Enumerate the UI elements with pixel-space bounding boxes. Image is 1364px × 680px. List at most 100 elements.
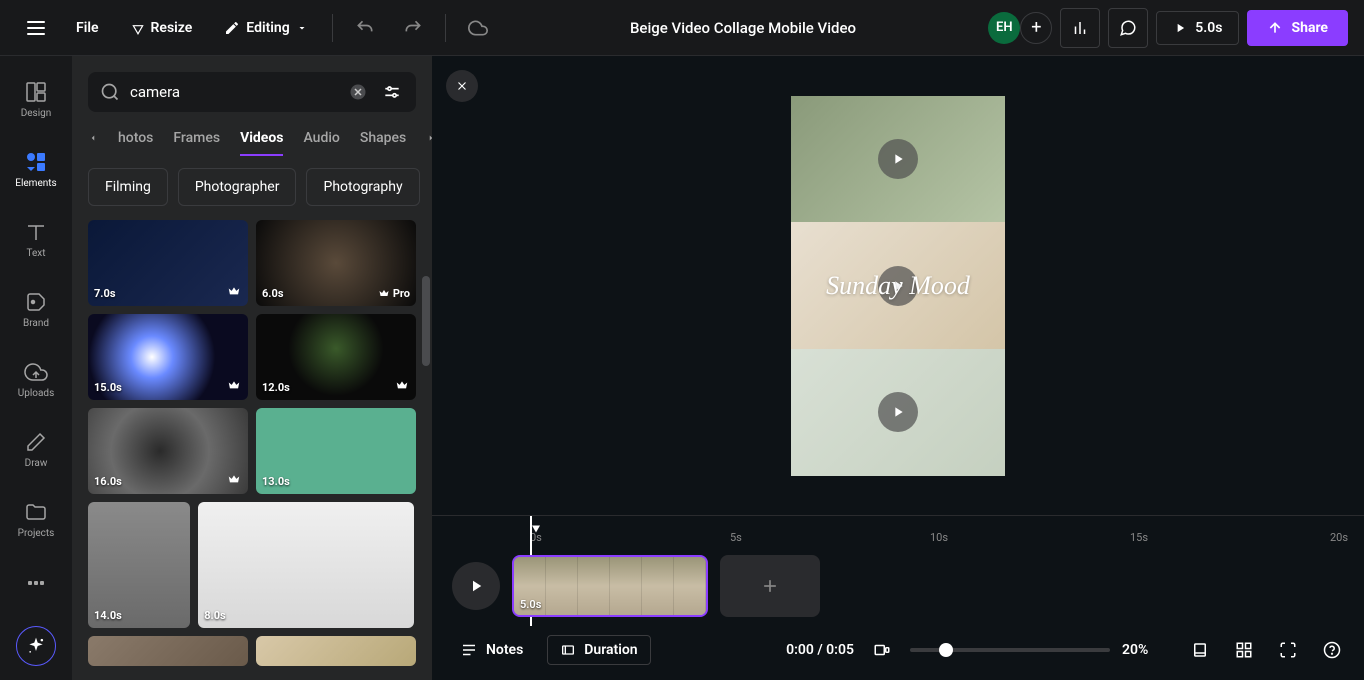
file-menu[interactable]: File [64,12,111,44]
video-result-item[interactable]: 6.0s Pro [256,220,416,306]
video-duration-label: 15.0s [94,381,122,394]
premium-crown-icon [226,378,242,394]
hamburger-icon [27,21,45,35]
undo-button[interactable] [345,8,385,48]
duration-button[interactable]: Duration [547,635,650,665]
search-input[interactable] [130,83,336,101]
nav-brand[interactable]: Brand [0,276,72,342]
close-circle-icon [349,83,367,101]
filter-icon [382,82,402,102]
elements-panel: hotos Frames Videos Audio Shapes Filming… [72,56,432,680]
add-collaborator-button[interactable]: + [1020,12,1052,44]
premium-crown-icon [226,284,242,300]
top-toolbar: File Resize Editing Beige Video Collage … [0,0,1364,56]
grid-icon [1235,641,1253,659]
category-tabs: hotos Frames Videos Audio Shapes [72,112,432,154]
video-result-item[interactable]: 16.0s [88,408,248,494]
editing-mode-menu[interactable]: Editing [212,12,319,44]
resize-menu[interactable]: Resize [119,12,205,44]
clip-thumbnails [514,557,706,615]
help-button[interactable] [1316,634,1348,666]
timeline-ruler[interactable]: 0s5s10s15s20s [432,516,1364,546]
search-filter-button[interactable] [380,80,404,104]
video-result-item[interactable]: 12.0s [256,314,416,400]
redo-icon [403,18,423,38]
video-result-item[interactable] [256,636,416,666]
timeline-area: 0s5s10s15s20s 5.0s [432,515,1364,680]
project-title[interactable]: Beige Video Collage Mobile Video [506,19,981,37]
bar-chart-icon [1071,19,1089,37]
brand-icon [24,290,48,314]
video-duration-label: 6.0s [262,287,283,300]
page-view-button[interactable] [1184,634,1216,666]
thumbnail-icon [873,641,891,659]
nav-label: Elements [15,178,56,189]
nav-text[interactable]: Text [0,206,72,272]
canvas-video-slot-1[interactable] [791,96,1005,223]
grid-view-button[interactable] [1228,634,1260,666]
nav-draw[interactable]: Draw [0,416,72,482]
cloud-sync-button[interactable] [458,8,498,48]
nav-uploads[interactable]: Uploads [0,346,72,412]
nav-label: Projects [18,528,55,539]
fullscreen-button[interactable] [1272,634,1304,666]
fullscreen-icon [1279,641,1297,659]
video-result-item[interactable]: 7.0s [88,220,248,306]
notes-button[interactable]: Notes [448,635,535,665]
video-result-item[interactable]: 14.0s [88,502,190,628]
timeline-play-button[interactable] [452,562,500,610]
comments-button[interactable] [1108,8,1148,48]
timeline-track: 5.0s [432,546,1364,626]
nav-label: Uploads [18,388,54,399]
play-icon [1173,21,1187,35]
zoom-slider[interactable] [910,648,1110,652]
filter-chip-filming[interactable]: Filming [88,168,168,206]
timeline-clip[interactable]: 5.0s [512,555,708,617]
analytics-button[interactable] [1060,8,1100,48]
nav-elements[interactable]: Elements [0,136,72,202]
tab-audio[interactable]: Audio [303,122,339,154]
video-result-item[interactable] [88,636,248,666]
thumbnail-view-button[interactable] [866,634,898,666]
video-result-item[interactable]: 13.0s [256,408,416,494]
nav-apps[interactable] [0,556,72,622]
tab-photos[interactable]: hotos [118,122,153,154]
nav-projects[interactable]: Projects [0,486,72,552]
tabs-prev-button[interactable] [88,133,98,143]
canvas-text-overlay[interactable]: Sunday Mood [826,271,970,301]
tab-shapes[interactable]: Shapes [360,122,406,154]
filter-chip-photographer[interactable]: Photographer [178,168,297,206]
tab-frames[interactable]: Frames [173,122,220,154]
main-layout: Design Elements Text Brand Uploads [0,56,1364,680]
filter-chip-photography[interactable]: Photography [306,168,419,206]
nav-design[interactable]: Design [0,66,72,132]
canvas-viewport[interactable]: Sunday Mood [432,56,1364,515]
user-avatar[interactable]: EH [988,12,1020,44]
clear-search-button[interactable] [346,80,370,104]
preview-play-button[interactable]: 5.0s [1156,11,1239,45]
canvas-video-slot-2[interactable]: Sunday Mood [791,222,1005,349]
redo-button[interactable] [393,8,433,48]
play-video-button[interactable] [878,392,918,432]
search-icon [100,82,120,102]
video-result-item[interactable]: 15.0s [88,314,248,400]
close-panel-button[interactable] [446,70,478,102]
play-icon [467,577,485,595]
page-icon [1191,641,1209,659]
canvas-video-slot-3[interactable] [791,349,1005,476]
add-page-button[interactable] [720,555,820,617]
canvas-frame[interactable]: Sunday Mood [791,96,1005,476]
zoom-level-label[interactable]: 20% [1122,642,1172,658]
video-result-item[interactable]: 8.0s [198,502,414,628]
clip-duration-label: 5.0s [520,598,541,611]
play-video-button[interactable] [878,139,918,179]
notes-icon [460,641,478,659]
close-icon [455,79,469,93]
tab-videos[interactable]: Videos [240,122,283,154]
undo-icon [355,18,375,38]
panel-scrollbar[interactable] [422,276,430,366]
main-menu-button[interactable] [16,8,56,48]
zoom-slider-thumb[interactable] [939,643,953,657]
magic-ai-button[interactable] [16,626,56,666]
share-button[interactable]: Share [1247,10,1348,46]
